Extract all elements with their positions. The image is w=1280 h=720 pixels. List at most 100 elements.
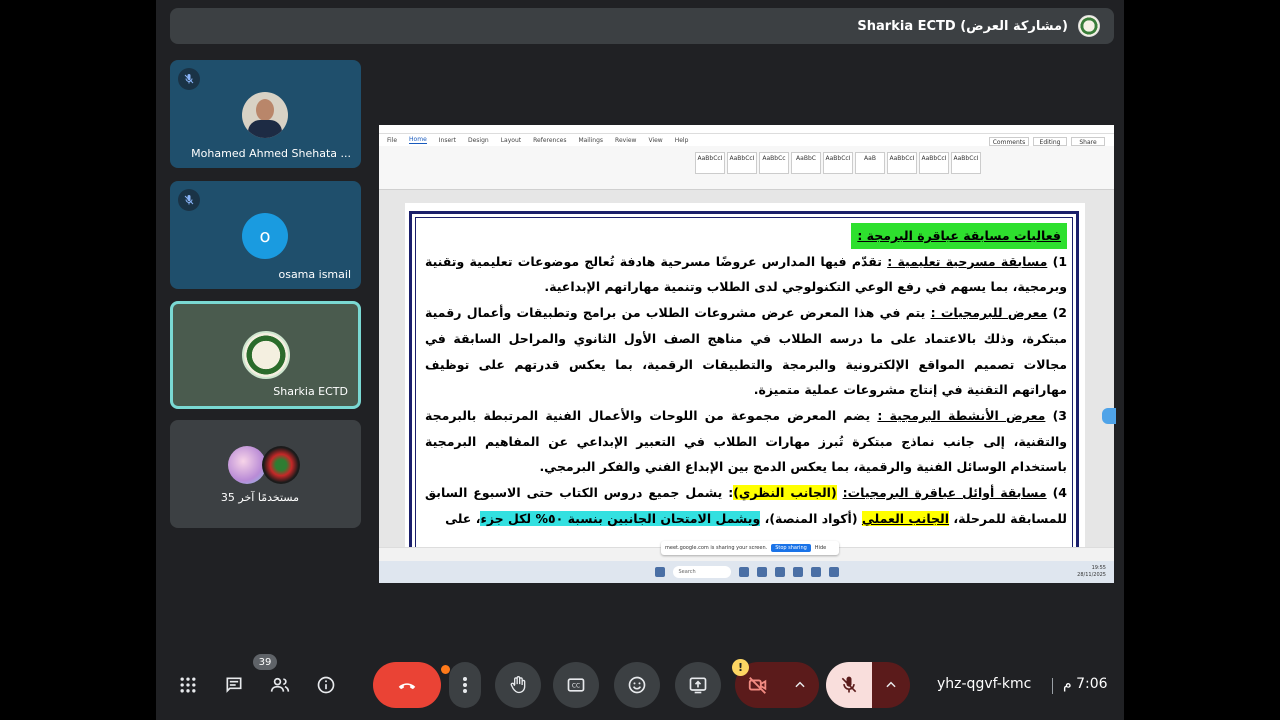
ribbon-tab[interactable]: Mailings xyxy=(578,137,603,144)
style-gallery-item[interactable]: AaBbCcI xyxy=(951,152,981,174)
chat-button[interactable] xyxy=(218,662,250,708)
participant-tile-osama[interactable]: o osama ismail xyxy=(170,181,361,289)
doc-item: 4) مسابقة أوائل عباقرة البرمجيات: (الجان… xyxy=(425,485,1067,526)
presenter-bar: Sharkia ECTD (مشاركة العرض) xyxy=(170,8,1114,44)
present-button[interactable] xyxy=(675,662,721,708)
taskbar-app-icon[interactable] xyxy=(756,567,767,577)
participant-tile-sharkia[interactable]: Sharkia ECTD xyxy=(170,301,361,409)
chevron-up-icon xyxy=(886,681,896,688)
side-panel-arrow-icon[interactable] xyxy=(1102,408,1116,424)
avatar-group xyxy=(226,446,306,484)
taskbar-clock: 19:55 28/11/2025 xyxy=(1077,565,1106,578)
mic-options-button[interactable] xyxy=(872,662,910,708)
hand-icon xyxy=(510,676,526,694)
style-gallery-item[interactable]: AaBbCcI xyxy=(727,152,757,174)
style-gallery-item[interactable]: AaBbCcI xyxy=(887,152,917,174)
letterbox-right xyxy=(1124,0,1280,720)
info-button[interactable] xyxy=(310,662,342,708)
divider xyxy=(1052,678,1053,694)
ribbon-tab[interactable]: View xyxy=(648,137,662,144)
people-icon xyxy=(270,677,290,692)
style-gallery-item[interactable]: AaBbCcI xyxy=(695,152,725,174)
share-button[interactable]: Share xyxy=(1071,137,1105,146)
highlight-practical: الجانب العملي xyxy=(861,510,950,526)
ribbon-tab[interactable]: File xyxy=(387,137,397,144)
taskbar-app-icon[interactable] xyxy=(792,567,803,577)
camera-options-button[interactable] xyxy=(781,662,819,708)
more-options-button[interactable] xyxy=(449,662,481,708)
participant-tile-others[interactable]: 35 مستخدمًا آخر xyxy=(170,420,361,528)
doc-item: 2) معرض للبرمجيات : يتم في هذا المعرض عر… xyxy=(425,305,1067,398)
participant-name: Sharkia ECTD xyxy=(273,385,348,398)
participant-tile-mohamed[interactable]: Mohamed Ahmed Shehata ... xyxy=(170,60,361,168)
presenter-logo xyxy=(1078,15,1100,37)
warning-icon: ! xyxy=(732,659,749,676)
editing-button[interactable]: Editing xyxy=(1033,137,1067,146)
ribbon-tab[interactable]: References xyxy=(533,137,566,144)
style-gallery-item[interactable]: AaBbCc xyxy=(759,152,789,174)
document-area: فعاليات مسابقة عباقرة البرمجة : 1) مسابق… xyxy=(379,190,1114,551)
doc-item-title: معرض للبرمجيات : xyxy=(930,305,1048,321)
doc-item-title: معرض الأنشطة البرمجية : xyxy=(877,407,1046,423)
mic-off-icon xyxy=(841,676,857,693)
doc-item: 3) معرض الأنشطة البرمجية : يضم المعرض مج… xyxy=(425,407,1067,475)
grid-icon xyxy=(180,677,196,693)
leave-call-button[interactable] xyxy=(373,662,441,708)
participants-count-badge: 39 xyxy=(253,654,277,670)
hang-up-icon xyxy=(398,683,416,690)
doc-heading: فعاليات مسابقة عباقرة البرمجة : xyxy=(857,228,1061,243)
participant-name: osama ismail xyxy=(278,268,351,281)
presenter-label: Sharkia ECTD (مشاركة العرض) xyxy=(857,18,1068,34)
camera-off-icon xyxy=(748,677,767,694)
taskbar-app-icon[interactable] xyxy=(828,567,839,577)
highlight-theory: (الجانب النظري) xyxy=(733,485,837,501)
start-icon[interactable] xyxy=(654,567,665,577)
activities-button[interactable] xyxy=(172,662,204,708)
emoji-icon xyxy=(628,676,646,694)
mic-toggle-button[interactable] xyxy=(826,662,872,708)
title-bar xyxy=(379,125,1114,134)
ribbon-tab[interactable]: Home xyxy=(409,136,427,144)
letterbox-left xyxy=(0,0,156,720)
captions-icon: CC xyxy=(567,678,585,692)
ribbon-tab[interactable]: Layout xyxy=(501,137,521,144)
avatar xyxy=(242,331,290,379)
ribbon-tab[interactable]: Review xyxy=(615,137,636,144)
mic-off-icon xyxy=(178,68,200,90)
chevron-up-icon xyxy=(795,681,805,688)
more-vert-icon xyxy=(463,677,467,693)
meeting-controls: 39 CC ! yhz-qgvf-kmc 7:06 م xyxy=(156,654,1124,712)
present-screen-icon xyxy=(689,677,707,694)
ribbon: AaBbCcI AaBbCcI AaBbCc AaBbC AaBbCcI AaB… xyxy=(379,137,1114,190)
taskbar-search[interactable]: Search xyxy=(672,566,731,578)
captions-button[interactable]: CC xyxy=(553,662,599,708)
ribbon-tab[interactable]: Help xyxy=(675,137,689,144)
hide-button[interactable]: Hide xyxy=(815,545,826,551)
document-text: فعاليات مسابقة عباقرة البرمجة : 1) مسابق… xyxy=(425,223,1067,531)
reactions-button[interactable] xyxy=(614,662,660,708)
chat-icon xyxy=(226,677,242,693)
meeting-code: yhz-qgvf-kmc xyxy=(937,676,1032,692)
style-gallery-item[interactable]: AaBbC xyxy=(791,152,821,174)
doc-item-title: مسابقة مسرحية تعليمية : xyxy=(887,253,1048,269)
comments-button[interactable]: Comments xyxy=(989,137,1029,146)
taskbar-app-icon[interactable] xyxy=(738,567,749,577)
stop-sharing-button[interactable]: Stop sharing xyxy=(771,544,811,552)
ribbon-tab[interactable]: Design xyxy=(468,137,489,144)
style-gallery-item[interactable]: AaBbCcI xyxy=(823,152,853,174)
raise-hand-button[interactable] xyxy=(495,662,541,708)
avatar: o xyxy=(242,213,288,259)
shared-screen: File Home Insert Design Layout Reference… xyxy=(379,125,1114,583)
style-gallery-item[interactable]: AaB xyxy=(855,152,885,174)
style-gallery-item[interactable]: AaBbCcI xyxy=(919,152,949,174)
taskbar-app-icon[interactable] xyxy=(774,567,785,577)
doc-item-title: مسابقة أوائل عباقرة البرمجيات: xyxy=(842,485,1047,501)
info-icon xyxy=(317,676,335,694)
doc-item: 1) مسابقة مسرحية تعليمية : تقدّم فيها ال… xyxy=(425,253,1068,295)
meeting-clock: 7:06 م xyxy=(1063,676,1108,692)
ribbon-tab[interactable]: Insert xyxy=(439,137,456,144)
screen-share-notice: meet.google.com is sharing your screen. … xyxy=(661,541,839,555)
windows-taskbar: Search 19:55 28/11/2025 xyxy=(379,561,1114,583)
taskbar-app-icon[interactable] xyxy=(810,567,821,577)
document-page: فعاليات مسابقة عباقرة البرمجة : 1) مسابق… xyxy=(405,203,1085,551)
